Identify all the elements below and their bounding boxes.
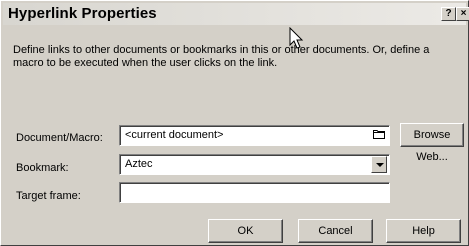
bookmark-label-text: Bookmark: — [16, 162, 69, 174]
bookmark-value: Aztec — [125, 158, 153, 170]
chevron-down-icon[interactable] — [371, 156, 387, 173]
dialog-description: Define links to other documents or bookm… — [13, 44, 430, 69]
document-macro-label: Document/Macro: — [16, 132, 103, 144]
dialog-title: Hyperlink Properties — [8, 5, 157, 22]
ok-button[interactable]: OK — [208, 219, 283, 243]
bookmark-dropdown[interactable]: Aztec — [119, 154, 390, 175]
target-frame-input[interactable] — [119, 182, 390, 203]
mouse-pointer-icon — [289, 27, 304, 49]
bookmark-label: Bookmark: — [16, 162, 69, 174]
title-bar[interactable]: Hyperlink Properties ? × — [3, 3, 469, 25]
help-button[interactable]: Help — [386, 219, 461, 243]
close-button[interactable]: × — [456, 7, 469, 21]
help-title-button[interactable]: ? — [441, 7, 456, 21]
document-macro-label-text: Document/Macro: — [16, 132, 103, 144]
folder-icon[interactable] — [371, 128, 387, 144]
document-macro-value: <current document> — [125, 129, 224, 141]
hyperlink-properties-dialog: Hyperlink Properties ? × Define links to… — [0, 0, 469, 246]
cancel-button[interactable]: Cancel — [298, 219, 373, 243]
browse-web-button[interactable]: Browse Web... — [400, 123, 464, 163]
target-frame-label-text: Target frame: — [16, 190, 81, 202]
target-frame-label: Target frame: — [16, 190, 81, 202]
document-macro-field[interactable]: <current document> — [119, 125, 390, 146]
